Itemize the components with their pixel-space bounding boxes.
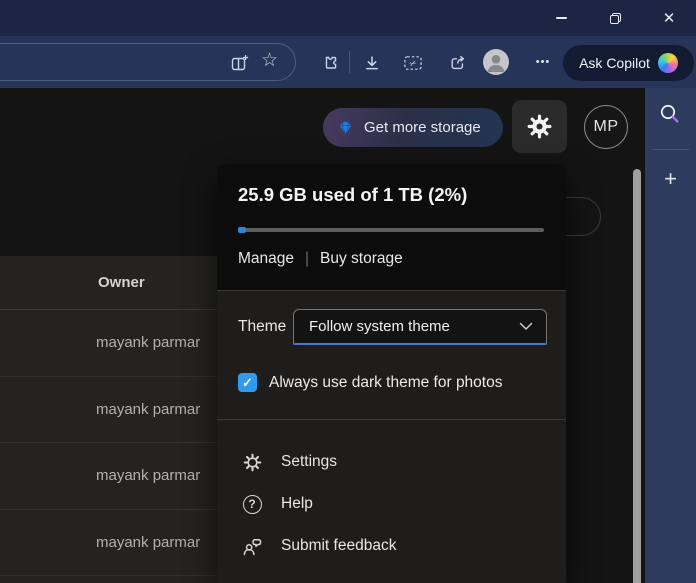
account-avatar[interactable]: MP <box>584 105 628 149</box>
minimize-button[interactable] <box>545 0 577 36</box>
gear-icon <box>526 113 553 140</box>
page-scrollbar-thumb[interactable] <box>633 169 641 583</box>
get-more-storage-label: Get more storage <box>364 119 481 136</box>
edge-sidebar: + <box>645 88 696 583</box>
address-bar[interactable] <box>0 43 296 81</box>
feedback-icon <box>241 535 263 557</box>
browser-titlebar: ✕ <box>0 0 696 36</box>
browser-profile-avatar[interactable] <box>483 49 509 75</box>
account-initials: MP <box>594 118 619 136</box>
manage-link[interactable]: Manage <box>238 250 294 268</box>
browser-toolbar: ☆ ✂ <box>0 36 696 88</box>
storage-section: 25.9 GB used of 1 TB (2%) Manage | Buy s… <box>217 164 566 290</box>
menu-item-label: Help <box>281 495 313 513</box>
flyout-menu: Settings ? Help S <box>217 419 566 567</box>
menu-item-settings[interactable]: Settings <box>217 441 566 483</box>
sidebar-add-icon[interactable]: + <box>645 164 696 194</box>
svg-text:✂: ✂ <box>408 57 419 69</box>
downloads-icon[interactable] <box>362 53 382 73</box>
theme-selected-value: Follow system theme <box>309 318 519 335</box>
owner-cell: mayank parmar <box>96 467 200 484</box>
extensions-puzzle-icon[interactable] <box>320 53 340 73</box>
web-capture-icon[interactable]: ✂ <box>403 53 423 73</box>
theme-section: Theme Follow system theme ✓ Always use d… <box>217 290 566 419</box>
settings-gear-icon <box>241 451 263 473</box>
share-icon[interactable] <box>447 53 467 73</box>
storage-progress-fill <box>238 227 246 233</box>
chevron-down-icon <box>519 322 533 331</box>
menu-item-submit-feedback[interactable]: Submit feedback <box>217 525 566 567</box>
buy-storage-link[interactable]: Buy storage <box>320 250 403 268</box>
storage-usage-heading: 25.9 GB used of 1 TB (2%) <box>238 184 467 206</box>
owner-cell: mayank parmar <box>96 401 200 418</box>
owner-cell: mayank parmar <box>96 334 200 351</box>
storage-progress-bar <box>238 228 544 232</box>
onedrive-settings-gear-button[interactable] <box>512 100 567 153</box>
onedrive-settings-flyout: 25.9 GB used of 1 TB (2%) Manage | Buy s… <box>217 164 566 583</box>
dark-photos-checkbox[interactable]: ✓ <box>238 373 257 392</box>
copilot-logo-icon <box>658 53 678 73</box>
menu-item-help[interactable]: ? Help <box>217 483 566 525</box>
ask-copilot-label: Ask Copilot <box>579 55 650 71</box>
theme-label: Theme <box>238 318 286 336</box>
browser-menu-ellipsis[interactable]: ••• <box>528 49 558 75</box>
menu-item-label: Submit feedback <box>281 537 396 555</box>
ask-copilot-button[interactable]: Ask Copilot <box>563 45 694 81</box>
get-more-storage-button[interactable]: Get more storage <box>323 108 503 147</box>
checkmark-icon: ✓ <box>242 375 253 391</box>
owner-cell: mayank parmar <box>96 534 200 551</box>
page-content: Get more storage MP <box>0 88 696 583</box>
favorites-star-icon[interactable]: ☆ <box>261 48 278 74</box>
restore-button[interactable] <box>599 0 631 36</box>
links-separator: | <box>305 250 309 268</box>
help-icon: ? <box>241 493 263 515</box>
browser-window: ✕ ☆ ✂ <box>0 0 696 583</box>
toolbar-divider <box>349 51 350 73</box>
minimize-icon <box>556 17 567 19</box>
premium-diamond-icon <box>336 118 355 137</box>
menu-item-label: Settings <box>281 453 337 471</box>
theme-select-dropdown[interactable]: Follow system theme <box>293 309 547 345</box>
dark-photos-checkbox-label[interactable]: Always use dark theme for photos <box>269 374 502 392</box>
restore-icon <box>610 13 621 24</box>
close-icon: ✕ <box>663 9 676 27</box>
close-button[interactable]: ✕ <box>653 0 685 36</box>
sidebar-divider <box>652 149 689 150</box>
sidebar-search-icon[interactable] <box>656 100 684 128</box>
split-screen-icon[interactable] <box>229 53 249 73</box>
